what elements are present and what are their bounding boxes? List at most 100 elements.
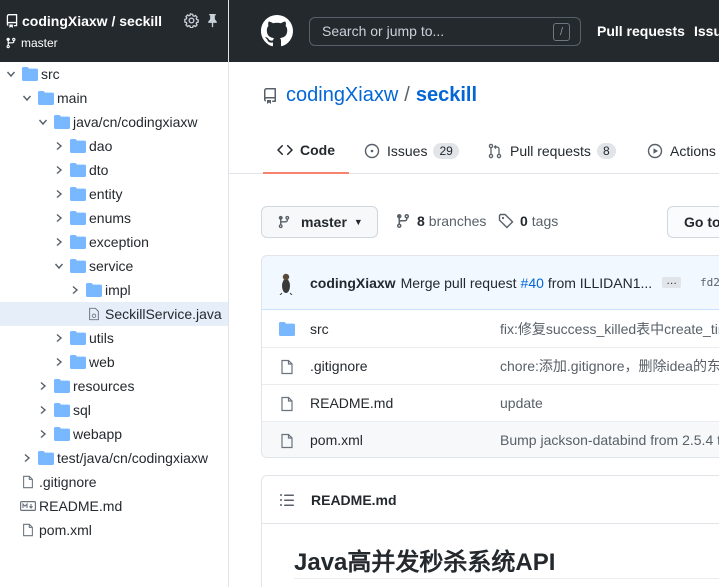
file-icon: [23, 523, 33, 537]
chevron-right-icon[interactable]: [54, 141, 64, 151]
tree-item-label: enums: [89, 210, 132, 226]
tree-item-label: main: [57, 90, 88, 106]
tree-item[interactable]: src: [0, 62, 228, 86]
chevron-right-icon[interactable]: [70, 285, 80, 295]
file-icon: [281, 433, 293, 449]
tree-item[interactable]: main: [0, 86, 228, 110]
pin-icon[interactable]: [205, 13, 220, 28]
tree-item[interactable]: dto: [0, 158, 228, 182]
settings-gear-icon[interactable]: [184, 13, 199, 28]
chevron-right-icon[interactable]: [38, 381, 48, 391]
folder-icon: [70, 187, 86, 201]
repo-name-link[interactable]: seckill: [416, 84, 477, 107]
caret-down-icon: ▼: [353, 217, 363, 227]
nav-issues[interactable]: Issu: [694, 23, 719, 39]
file-commit-message[interactable]: fix:修复success_killed表中create_tim: [500, 319, 719, 339]
tab-pull-requests-label: Pull requests: [510, 143, 591, 159]
tree-item[interactable]: impl: [0, 278, 228, 302]
tree-item[interactable]: utils: [0, 326, 228, 350]
file-row[interactable]: .gitignore chore:添加.gitignore，删除idea的东: [262, 347, 719, 384]
tags-link[interactable]: 0 tags: [498, 213, 558, 229]
commit-pr-link[interactable]: #40: [521, 275, 544, 291]
repo-owner-link[interactable]: codingXiaxw: [286, 84, 398, 107]
file-commit-message[interactable]: update: [500, 395, 543, 411]
chevron-right-icon[interactable]: [54, 189, 64, 199]
tree-item[interactable]: .gitignore: [0, 470, 228, 494]
file-commit-message[interactable]: Bump jackson-databind from 2.5.4 t: [500, 432, 719, 448]
github-logo-icon[interactable]: [261, 15, 293, 47]
tree-item[interactable]: dao: [0, 134, 228, 158]
folder-icon: [38, 91, 54, 105]
tree-item[interactable]: enums: [0, 206, 228, 230]
search-shortcut-key: /: [553, 23, 570, 41]
tree-item[interactable]: README.md: [0, 494, 228, 518]
chevron-down-icon[interactable]: [22, 93, 32, 103]
search-input[interactable]: Search or jump to... /: [309, 17, 581, 46]
file-name-link[interactable]: .gitignore: [310, 358, 368, 374]
file-name-link[interactable]: src: [310, 321, 329, 337]
commit-message-prefix[interactable]: Merge pull request: [401, 275, 517, 291]
folder-icon: [86, 283, 102, 297]
branches-link[interactable]: 8 branches: [395, 213, 486, 229]
commit-sha[interactable]: fd2: [700, 276, 719, 289]
chevron-right-icon[interactable]: [54, 213, 64, 223]
tab-code-label: Code: [300, 142, 335, 158]
chevron-right-icon[interactable]: [38, 429, 48, 439]
tree-item[interactable]: webapp: [0, 422, 228, 446]
chevron-right-icon[interactable]: [54, 333, 64, 343]
tree-item[interactable]: test/java/cn/codingxiaxw: [0, 446, 228, 470]
tab-code[interactable]: Code: [263, 128, 349, 174]
file-name-link[interactable]: pom.xml: [310, 432, 363, 448]
go-to-file-button[interactable]: Go to: [667, 206, 719, 238]
tree-item[interactable]: web: [0, 350, 228, 374]
repo-icon: [264, 87, 276, 104]
commit-author[interactable]: codingXiaxw: [310, 275, 396, 291]
tab-actions-label: Actions: [670, 143, 716, 159]
tree-item-label: pom.xml: [39, 522, 92, 538]
readme-heading: Java高并发秒杀系统API: [294, 549, 556, 576]
file-row[interactable]: src fix:修复success_killed表中create_tim: [262, 310, 719, 347]
file-tree: src main java/cn/codingxiaxw dao dto entity en…: [0, 62, 228, 542]
chevron-right-icon[interactable]: [38, 405, 48, 415]
file-row[interactable]: pom.xml Bump jackson-databind from 2.5.4 …: [262, 421, 719, 457]
chevron-right-icon[interactable]: [22, 453, 32, 463]
folder-icon: [54, 379, 70, 393]
commit-message-suffix[interactable]: from ILLIDAN1...: [548, 275, 652, 291]
tree-item[interactable]: service: [0, 254, 228, 278]
branch-icon: [397, 213, 409, 229]
tree-item[interactable]: pom.xml: [0, 518, 228, 542]
folder-icon: [70, 211, 86, 225]
branch-select-button[interactable]: master ▼: [261, 206, 378, 238]
file-name-link[interactable]: README.md: [310, 395, 393, 411]
tree-item[interactable]: sql: [0, 398, 228, 422]
file-icon: [23, 475, 33, 489]
issue-icon: [364, 143, 380, 159]
tree-item[interactable]: java/cn/codingxiaxw: [0, 110, 228, 134]
avatar[interactable]: [276, 271, 296, 295]
search-placeholder: Search or jump to...: [322, 23, 445, 39]
nav-pull-requests[interactable]: Pull requests: [597, 23, 685, 39]
branch-icon: [278, 215, 290, 229]
sidebar-header: codingXiaxw / seckill master: [0, 0, 228, 62]
chevron-down-icon[interactable]: [38, 117, 48, 127]
file-commit-message[interactable]: chore:添加.gitignore，删除idea的东: [500, 356, 719, 376]
sidebar-branch[interactable]: master: [5, 34, 228, 52]
folder-icon: [54, 115, 70, 129]
tree-item[interactable]: SeckillService.java: [0, 302, 228, 326]
tree-item-label: service: [89, 258, 134, 274]
chevron-down-icon[interactable]: [6, 69, 16, 79]
expand-commit-button[interactable]: …: [662, 276, 682, 288]
chevron-right-icon[interactable]: [54, 357, 64, 367]
chevron-right-icon[interactable]: [54, 237, 64, 247]
folder-icon: [70, 235, 86, 249]
file-row[interactable]: README.md update: [262, 384, 719, 421]
list-icon[interactable]: [279, 492, 295, 508]
tab-pull-requests[interactable]: Pull requests 8: [487, 128, 616, 174]
tree-item[interactable]: resources: [0, 374, 228, 398]
tab-actions[interactable]: Actions: [647, 128, 716, 174]
tab-issues[interactable]: Issues 29: [364, 128, 459, 174]
chevron-right-icon[interactable]: [54, 165, 64, 175]
tree-item[interactable]: entity: [0, 182, 228, 206]
chevron-down-icon[interactable]: [54, 261, 64, 271]
tree-item[interactable]: exception: [0, 230, 228, 254]
